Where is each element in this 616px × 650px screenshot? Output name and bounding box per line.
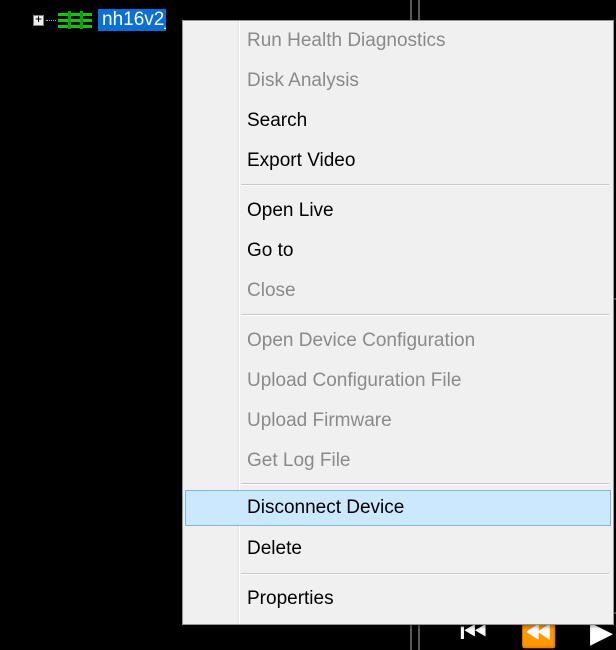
menu-item-disconnect-device[interactable]: Disconnect Device	[185, 490, 611, 526]
menu-item-open-live[interactable]: Open Live	[185, 193, 611, 229]
menu-item-close[interactable]: Close	[185, 273, 611, 309]
menu-item-search[interactable]: Search	[185, 103, 611, 139]
menu-separator	[241, 573, 609, 575]
device-tree-node[interactable]: + nh16v2_10.1	[33, 8, 166, 32]
menu-item-export-video[interactable]: Export Video	[185, 143, 611, 179]
menu-item-run-health-diagnostics[interactable]: Run Health Diagnostics	[185, 23, 611, 59]
menu-item-get-log-file[interactable]: Get Log File	[185, 443, 611, 479]
menu-item-go-to[interactable]: Go to	[185, 233, 611, 269]
menu-item-properties[interactable]: Properties	[185, 581, 611, 617]
expand-icon[interactable]: +	[33, 14, 44, 26]
tree-connector	[46, 19, 56, 21]
context-menu: Run Health Diagnostics Disk Analysis Sea…	[182, 20, 614, 625]
menu-item-delete[interactable]: Delete	[185, 531, 611, 567]
menu-separator	[241, 314, 609, 316]
menu-separator	[241, 483, 609, 485]
menu-item-upload-firmware[interactable]: Upload Firmware	[185, 403, 611, 439]
menu-item-open-device-configuration[interactable]: Open Device Configuration	[185, 323, 611, 359]
menu-separator	[241, 184, 609, 186]
menu-item-upload-configuration-file[interactable]: Upload Configuration File	[185, 363, 611, 399]
device-name-label[interactable]: nh16v2_10.1	[98, 9, 166, 31]
menu-item-disk-analysis[interactable]: Disk Analysis	[185, 63, 611, 99]
recorder-device-icon	[58, 11, 92, 29]
